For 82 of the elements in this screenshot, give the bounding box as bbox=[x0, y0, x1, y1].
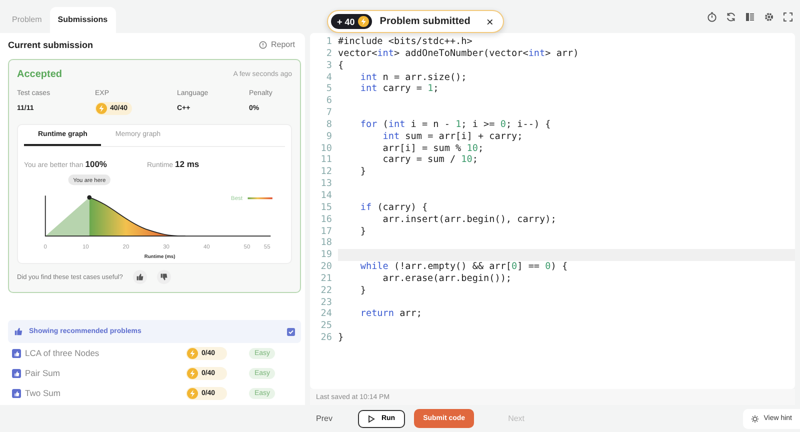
lightbulb-icon bbox=[750, 414, 759, 422]
code-line: } bbox=[337, 332, 345, 344]
prev-button[interactable]: Prev bbox=[310, 413, 338, 424]
code-line: { bbox=[337, 60, 345, 72]
line-number: 21 bbox=[320, 272, 332, 285]
problem-icon bbox=[12, 388, 21, 398]
area-drawing bbox=[45, 197, 90, 236]
line-number: 18 bbox=[320, 237, 332, 250]
panel-tab[interactable]: Submissions bbox=[50, 7, 116, 33]
line-number: 7 bbox=[325, 107, 332, 119]
line-number: 15 bbox=[320, 202, 332, 214]
play-icon bbox=[368, 414, 376, 422]
refresh-icon[interactable] bbox=[726, 12, 736, 22]
line-number: 25 bbox=[320, 320, 332, 332]
code-line: if (carry) { bbox=[359, 202, 429, 214]
panel-tab[interactable]: Problem bbox=[4, 7, 50, 33]
line-number: 2 bbox=[325, 48, 332, 60]
line-number: 24 bbox=[320, 308, 332, 320]
line-number: 17 bbox=[320, 226, 332, 238]
code-line: return arr; bbox=[359, 308, 423, 320]
settings-icon[interactable] bbox=[764, 12, 774, 22]
toast-message: Problem submitted bbox=[380, 16, 470, 27]
bolt-icon bbox=[96, 103, 107, 114]
code-line: arr.insert(arr.begin(), carry); bbox=[382, 214, 558, 226]
code-line: } bbox=[359, 284, 367, 297]
info-icon bbox=[258, 40, 267, 48]
line-number: 10 bbox=[320, 142, 332, 154]
thumbs-down-button[interactable] bbox=[156, 270, 171, 284]
line-number: 8 bbox=[325, 118, 332, 131]
fullscreen-icon[interactable] bbox=[783, 12, 793, 22]
bolt-icon bbox=[187, 388, 198, 398]
bolt-icon bbox=[358, 16, 369, 27]
problem-icon bbox=[12, 368, 21, 378]
bolt-icon bbox=[187, 348, 198, 358]
code-line: arr.erase(arr.begin()); bbox=[382, 272, 513, 285]
status-label: Accepted bbox=[17, 69, 62, 80]
problem-link[interactable]: Two Sum bbox=[25, 388, 186, 398]
code-line: for (int i = n - 1; i >= 0; i--) { bbox=[359, 118, 552, 131]
timer-icon[interactable] bbox=[707, 12, 717, 22]
thumbs-up-icon bbox=[136, 273, 144, 281]
line-number: 12 bbox=[320, 166, 332, 178]
line-number: 23 bbox=[320, 296, 332, 308]
line-number: 19 bbox=[320, 249, 332, 262]
points-badge: + 40 bbox=[331, 14, 372, 29]
problem-link[interactable]: Pair Sum bbox=[25, 368, 186, 378]
bolt-icon bbox=[187, 368, 198, 378]
line-number: 5 bbox=[325, 83, 332, 96]
code-line: int sum = arr[i] + carry; bbox=[382, 130, 524, 143]
line-number: 14 bbox=[320, 190, 332, 202]
code-line: } bbox=[359, 226, 367, 238]
thumbs-down-icon bbox=[160, 273, 168, 281]
line-number: 16 bbox=[320, 214, 332, 226]
position-dot bbox=[87, 195, 92, 200]
check-icon bbox=[288, 328, 294, 334]
list-icon[interactable] bbox=[745, 12, 755, 22]
line-number: 11 bbox=[320, 154, 332, 166]
line-number: 22 bbox=[320, 284, 332, 297]
problem-link[interactable]: LCA of three Nodes bbox=[25, 348, 186, 358]
code-line: carry = sum / 10; bbox=[382, 154, 479, 166]
checkbox[interactable] bbox=[287, 328, 295, 336]
code-line: } bbox=[359, 166, 367, 178]
code-line: while (!arr.empty() && arr[0] == 0) { bbox=[359, 261, 569, 273]
thumbs-up-icon bbox=[14, 327, 23, 336]
code-line: int n = arr.size(); bbox=[359, 72, 468, 84]
line-number: 4 bbox=[325, 72, 332, 84]
code-line: arr[i] = sum % 10; bbox=[382, 142, 485, 154]
line-number: 1 bbox=[325, 36, 332, 48]
code-line: #include <bits/stdc++.h> bbox=[337, 36, 474, 48]
line-number: 20 bbox=[320, 261, 332, 273]
thumbs-up-button[interactable] bbox=[132, 270, 147, 284]
report-button[interactable]: Report bbox=[252, 39, 301, 50]
line-number: 13 bbox=[320, 178, 332, 190]
legend-gradient bbox=[248, 197, 272, 200]
problem-icon bbox=[12, 348, 21, 358]
close-button[interactable]: × bbox=[478, 14, 494, 28]
code-line: vector<int> addOneToNumber(vector<int> arr) bbox=[337, 48, 580, 60]
line-number: 9 bbox=[325, 130, 332, 143]
section-title: Current submission bbox=[8, 40, 94, 50]
line-number: 3 bbox=[325, 60, 332, 72]
line-number: 26 bbox=[320, 332, 332, 344]
code-line: int carry = 1; bbox=[359, 83, 440, 96]
line-number: 6 bbox=[325, 95, 332, 108]
